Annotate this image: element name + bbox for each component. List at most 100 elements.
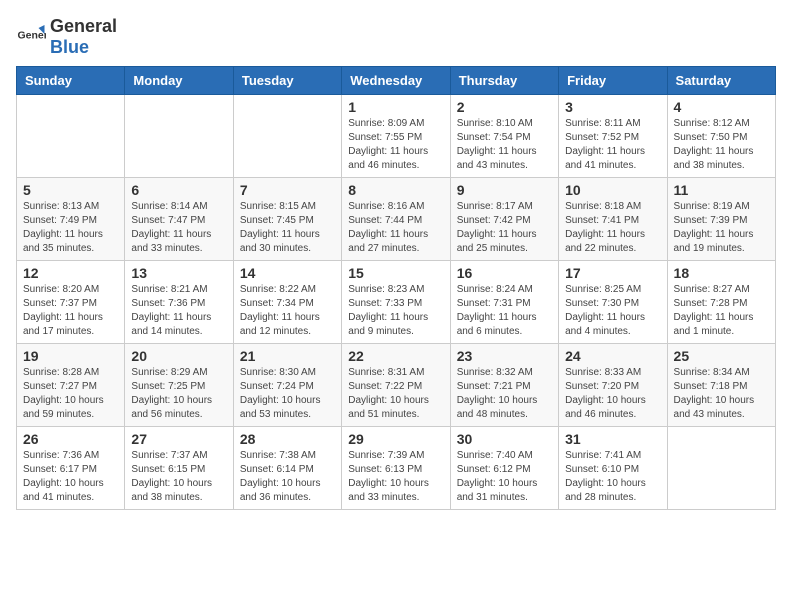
day-number: 30 [457, 431, 552, 447]
calendar-cell: 16 Sunrise: 8:24 AM Sunset: 7:31 PM Dayli… [450, 261, 558, 344]
day-number: 19 [23, 348, 118, 364]
day-number: 27 [131, 431, 226, 447]
day-info: Sunrise: 7:41 AM Sunset: 6:10 PM Dayligh… [565, 449, 660, 505]
day-header-monday: Monday [125, 67, 233, 95]
day-info: Sunrise: 8:15 AM Sunset: 7:45 PM Dayligh… [240, 200, 335, 256]
day-info: Sunrise: 8:31 AM Sunset: 7:22 PM Dayligh… [348, 366, 443, 422]
day-number: 11 [674, 182, 769, 198]
day-header-friday: Friday [559, 67, 667, 95]
day-info: Sunrise: 8:23 AM Sunset: 7:33 PM Dayligh… [348, 283, 443, 339]
calendar-cell: 26Sunrise: 7:36 AM Sunset: 6:17 PM Dayli… [17, 427, 125, 510]
day-info: Sunrise: 8:21 AM Sunset: 7:36 PM Dayligh… [131, 283, 226, 339]
calendar-cell: 2 Sunrise: 8:10 AM Sunset: 7:54 PM Daylig… [450, 95, 558, 178]
calendar-cell [667, 427, 775, 510]
logo-general: General [50, 16, 117, 36]
day-header-saturday: Saturday [667, 67, 775, 95]
day-info: Sunrise: 8:25 AM Sunset: 7:30 PM Dayligh… [565, 283, 660, 339]
calendar-week-3: 12 Sunrise: 8:20 AM Sunset: 7:37 PM Dayli… [17, 261, 776, 344]
calendar-cell: 23 Sunrise: 8:32 AM Sunset: 7:21 PM Dayli… [450, 344, 558, 427]
day-number: 4 [674, 99, 769, 115]
day-info: Sunrise: 8:30 AM Sunset: 7:24 PM Dayligh… [240, 366, 335, 422]
day-number: 21 [240, 348, 335, 364]
day-number: 15 [348, 265, 443, 281]
calendar-cell [125, 95, 233, 178]
logo-icon: General [16, 22, 46, 52]
logo: General General Blue [16, 16, 117, 58]
day-number: 20 [131, 348, 226, 364]
day-info: Sunrise: 8:11 AM Sunset: 7:52 PM Dayligh… [565, 117, 660, 173]
day-info: Sunrise: 8:10 AM Sunset: 7:54 PM Dayligh… [457, 117, 552, 173]
calendar-cell [233, 95, 341, 178]
day-number: 23 [457, 348, 552, 364]
day-number: 25 [674, 348, 769, 364]
svg-text:General: General [18, 30, 47, 42]
day-info: Sunrise: 7:40 AM Sunset: 6:12 PM Dayligh… [457, 449, 552, 505]
calendar-cell: 4 Sunrise: 8:12 AM Sunset: 7:50 PM Daylig… [667, 95, 775, 178]
calendar-cell: 11 Sunrise: 8:19 AM Sunset: 7:39 PM Dayli… [667, 178, 775, 261]
calendar-cell: 22 Sunrise: 8:31 AM Sunset: 7:22 PM Dayli… [342, 344, 450, 427]
day-info: Sunrise: 8:24 AM Sunset: 7:31 PM Dayligh… [457, 283, 552, 339]
day-info: Sunrise: 8:29 AM Sunset: 7:25 PM Dayligh… [131, 366, 226, 422]
day-number: 6 [131, 182, 226, 198]
logo-blue: Blue [50, 37, 89, 57]
day-info: Sunrise: 8:12 AM Sunset: 7:50 PM Dayligh… [674, 117, 769, 173]
day-header-thursday: Thursday [450, 67, 558, 95]
day-info: Sunrise: 8:22 AM Sunset: 7:34 PM Dayligh… [240, 283, 335, 339]
calendar-cell: 25Sunrise: 8:34 AM Sunset: 7:18 PM Dayli… [667, 344, 775, 427]
calendar-cell: 17 Sunrise: 8:25 AM Sunset: 7:30 PM Dayli… [559, 261, 667, 344]
calendar-cell: 31 Sunrise: 7:41 AM Sunset: 6:10 PM Dayli… [559, 427, 667, 510]
day-info: Sunrise: 7:36 AM Sunset: 6:17 PM Dayligh… [23, 449, 118, 505]
calendar-cell: 14 Sunrise: 8:22 AM Sunset: 7:34 PM Dayli… [233, 261, 341, 344]
day-info: Sunrise: 8:28 AM Sunset: 7:27 PM Dayligh… [23, 366, 118, 422]
day-number: 22 [348, 348, 443, 364]
day-info: Sunrise: 8:20 AM Sunset: 7:37 PM Dayligh… [23, 283, 118, 339]
day-info: Sunrise: 7:39 AM Sunset: 6:13 PM Dayligh… [348, 449, 443, 505]
day-number: 28 [240, 431, 335, 447]
calendar-week-5: 26Sunrise: 7:36 AM Sunset: 6:17 PM Dayli… [17, 427, 776, 510]
calendar-cell: 19 Sunrise: 8:28 AM Sunset: 7:27 PM Dayli… [17, 344, 125, 427]
calendar-cell: 27Sunrise: 7:37 AM Sunset: 6:15 PM Dayli… [125, 427, 233, 510]
calendar-cell: 8Sunrise: 8:16 AM Sunset: 7:44 PM Daylig… [342, 178, 450, 261]
calendar-cell: 15 Sunrise: 8:23 AM Sunset: 7:33 PM Dayli… [342, 261, 450, 344]
day-info: Sunrise: 8:13 AM Sunset: 7:49 PM Dayligh… [23, 200, 118, 256]
day-info: Sunrise: 8:09 AM Sunset: 7:55 PM Dayligh… [348, 117, 443, 173]
calendar-cell: 30 Sunrise: 7:40 AM Sunset: 6:12 PM Dayli… [450, 427, 558, 510]
calendar-week-1: 1Sunrise: 8:09 AM Sunset: 7:55 PM Daylig… [17, 95, 776, 178]
day-number: 8 [348, 182, 443, 198]
day-number: 10 [565, 182, 660, 198]
day-number: 14 [240, 265, 335, 281]
day-number: 7 [240, 182, 335, 198]
day-number: 5 [23, 182, 118, 198]
day-number: 17 [565, 265, 660, 281]
calendar-cell: 13 Sunrise: 8:21 AM Sunset: 7:36 PM Dayli… [125, 261, 233, 344]
day-info: Sunrise: 8:32 AM Sunset: 7:21 PM Dayligh… [457, 366, 552, 422]
day-info: Sunrise: 8:27 AM Sunset: 7:28 PM Dayligh… [674, 283, 769, 339]
calendar-cell: 5 Sunrise: 8:13 AM Sunset: 7:49 PM Daylig… [17, 178, 125, 261]
calendar-cell: 1Sunrise: 8:09 AM Sunset: 7:55 PM Daylig… [342, 95, 450, 178]
day-info: Sunrise: 8:19 AM Sunset: 7:39 PM Dayligh… [674, 200, 769, 256]
calendar-cell: 28 Sunrise: 7:38 AM Sunset: 6:14 PM Dayli… [233, 427, 341, 510]
calendar-table: SundayMondayTuesdayWednesdayThursdayFrid… [16, 66, 776, 510]
calendar-header-row: SundayMondayTuesdayWednesdayThursdayFrid… [17, 67, 776, 95]
calendar-cell: 3 Sunrise: 8:11 AM Sunset: 7:52 PM Daylig… [559, 95, 667, 178]
day-number: 24 [565, 348, 660, 364]
day-number: 18 [674, 265, 769, 281]
day-number: 31 [565, 431, 660, 447]
calendar-cell: 20 Sunrise: 8:29 AM Sunset: 7:25 PM Dayli… [125, 344, 233, 427]
calendar-cell: 9Sunrise: 8:17 AM Sunset: 7:42 PM Daylig… [450, 178, 558, 261]
calendar-cell: 12 Sunrise: 8:20 AM Sunset: 7:37 PM Dayli… [17, 261, 125, 344]
day-number: 9 [457, 182, 552, 198]
day-header-tuesday: Tuesday [233, 67, 341, 95]
page-header: General General Blue [16, 16, 776, 58]
day-info: Sunrise: 7:38 AM Sunset: 6:14 PM Dayligh… [240, 449, 335, 505]
day-number: 12 [23, 265, 118, 281]
calendar-week-2: 5 Sunrise: 8:13 AM Sunset: 7:49 PM Daylig… [17, 178, 776, 261]
day-number: 2 [457, 99, 552, 115]
day-number: 16 [457, 265, 552, 281]
calendar-cell: 6Sunrise: 8:14 AM Sunset: 7:47 PM Daylig… [125, 178, 233, 261]
calendar-cell [17, 95, 125, 178]
day-info: Sunrise: 8:18 AM Sunset: 7:41 PM Dayligh… [565, 200, 660, 256]
calendar-cell: 18 Sunrise: 8:27 AM Sunset: 7:28 PM Dayli… [667, 261, 775, 344]
day-number: 3 [565, 99, 660, 115]
day-number: 13 [131, 265, 226, 281]
